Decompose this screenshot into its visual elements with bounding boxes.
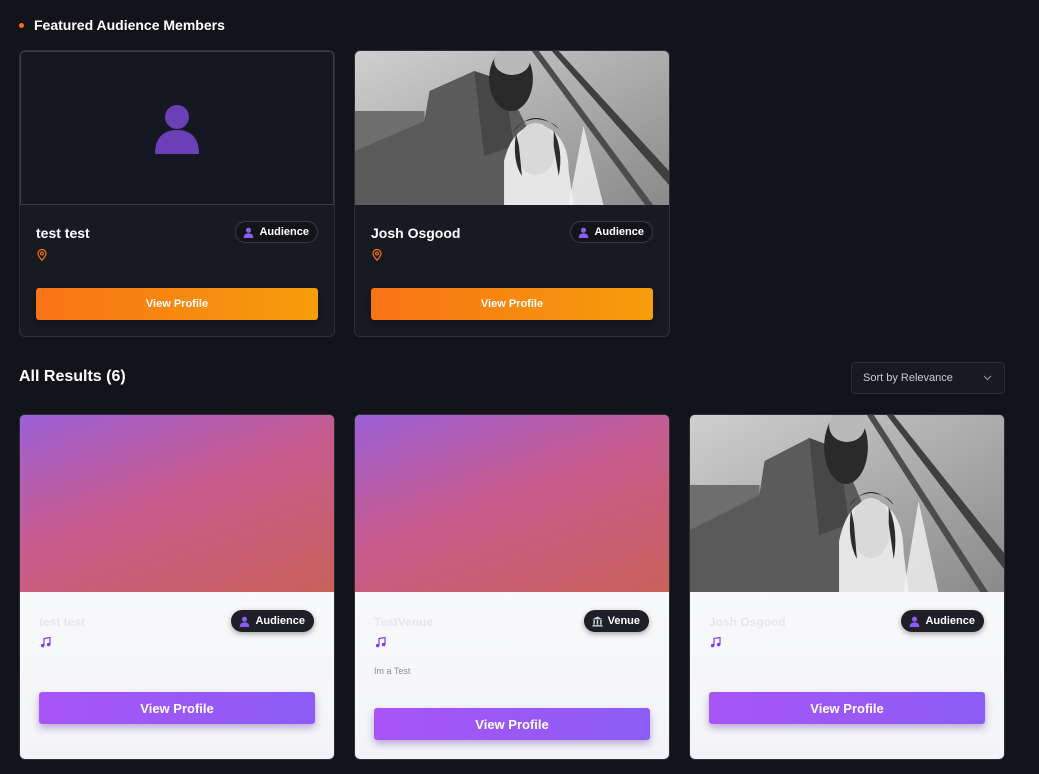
role-badge: Audience (235, 221, 318, 243)
card-description: Im a Test (374, 666, 411, 676)
role-badge-label: Venue (607, 615, 640, 627)
location-pin-icon (37, 249, 47, 261)
profile-photo (355, 51, 669, 205)
card-name: TestVenue (374, 615, 434, 629)
role-badge: Audience (231, 610, 314, 632)
search-results-page: Featured Audience Members test test Audi… (0, 0, 1039, 774)
role-badge: Audience (901, 610, 984, 632)
results-title: All Results (6) (19, 368, 126, 385)
music-note-icon (375, 637, 386, 648)
music-note-icon (710, 637, 721, 648)
role-badge-label: Audience (255, 615, 305, 627)
chevron-down-icon (983, 375, 992, 381)
featured-card: Josh Osgood Audience View Profile (354, 50, 670, 337)
music-note-icon (40, 637, 51, 648)
view-profile-button[interactable]: View Profile (371, 288, 653, 320)
card-name: Josh Osgood (709, 615, 786, 629)
profile-image-placeholder (20, 51, 334, 205)
profile-cover-gradient (20, 415, 334, 592)
building-icon (592, 615, 603, 627)
sort-dropdown-value: Sort by Relevance (863, 372, 953, 384)
view-profile-button[interactable]: View Profile (36, 288, 318, 320)
user-icon (244, 227, 254, 238)
role-badge-label: Audience (925, 615, 975, 627)
user-icon (910, 616, 920, 627)
featured-section-title: Featured Audience Members (34, 17, 225, 33)
result-card: test test Audience View Profile (19, 414, 335, 760)
role-badge: Venue (583, 610, 649, 632)
user-icon (579, 227, 589, 238)
featured-section-header: Featured Audience Members (19, 17, 225, 33)
role-badge-label: Audience (594, 226, 644, 238)
role-badge: Audience (570, 221, 653, 243)
location-pin-icon (372, 249, 382, 261)
card-name: test test (39, 615, 86, 629)
featured-card: test test Audience View Profile (19, 50, 335, 337)
user-avatar-icon (155, 105, 199, 154)
sort-dropdown[interactable]: Sort by Relevance (851, 362, 1005, 394)
bullet-dot-icon (19, 22, 24, 28)
card-name: Josh Osgood (371, 225, 461, 241)
view-profile-button[interactable]: View Profile (374, 708, 650, 740)
result-card: TestVenue Venue Im a Test View Profile (354, 414, 670, 760)
couple-photo-image (355, 51, 669, 205)
view-profile-button[interactable]: View Profile (39, 692, 315, 724)
profile-photo (690, 415, 1004, 592)
couple-photo-image (690, 415, 1004, 592)
profile-cover-gradient (355, 415, 669, 592)
result-card: Josh Osgood Audience View Profile (689, 414, 1005, 760)
role-badge-label: Audience (259, 226, 309, 238)
view-profile-button[interactable]: View Profile (709, 692, 985, 724)
card-name: test test (36, 225, 90, 241)
user-icon (240, 616, 250, 627)
